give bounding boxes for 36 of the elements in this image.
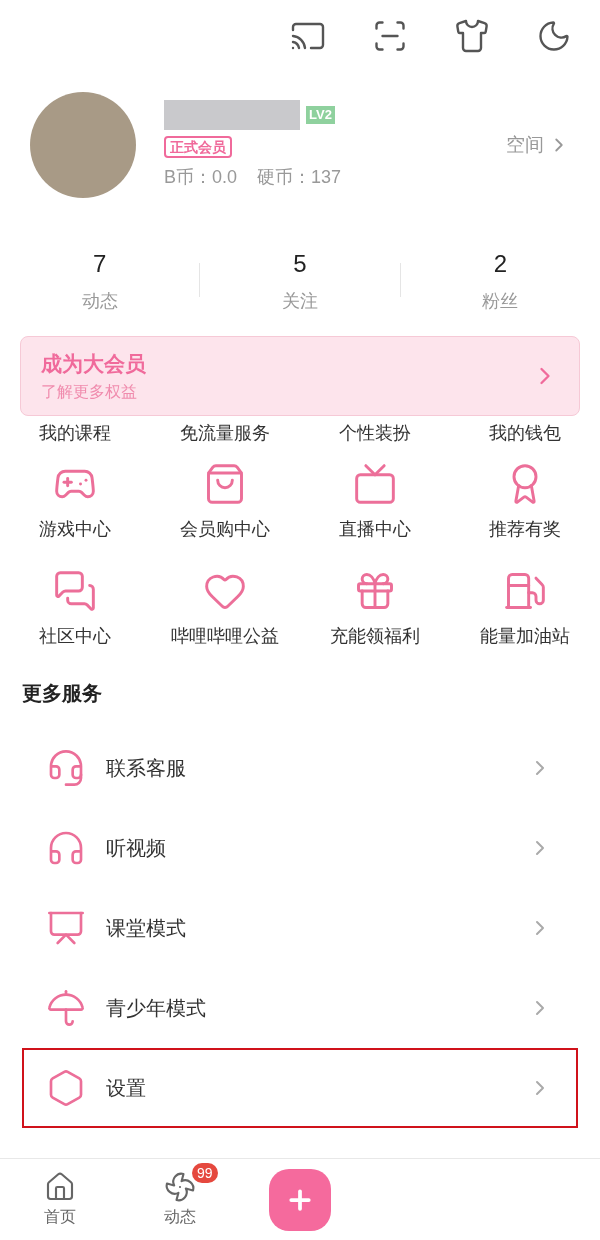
service-item[interactable]: 能量加油站 [450,569,600,650]
tv-icon [353,462,397,506]
service-item[interactable]: 我的钱包 [450,418,600,448]
service-item[interactable]: 免流量服务 [150,418,300,448]
stat-button[interactable]: 7 动态 [0,245,200,315]
home-icon [44,1170,76,1203]
service-item[interactable]: 推荐有奖 [450,462,600,543]
menu-item[interactable]: 课堂模式 [22,888,578,968]
service-item[interactable]: 个性装扮 [300,418,450,448]
umbrella-icon [46,988,86,1028]
stat-button[interactable]: 5 关注 [200,245,400,315]
coin-balance: 硬币：137 [257,165,342,189]
menu-item[interactable]: 设置 [22,1048,578,1128]
service-item[interactable]: 我的课程 [0,418,150,448]
membership-badge: 正式会员 [164,135,232,158]
publish-button[interactable] [269,1168,331,1231]
moon-icon [536,18,572,54]
shirt-icon [454,18,490,54]
pinwheel-icon [164,1170,196,1203]
level-badge: LV2 [306,105,335,124]
service-item[interactable]: 直播中心 [300,462,450,543]
section-title: 更多服务 [22,681,103,706]
chat-icon [53,569,97,613]
scan-icon [372,18,408,54]
service-item[interactable]: 充能领福利 [300,569,450,650]
nav-tab[interactable]: 首页 [0,1170,120,1229]
service-item[interactable]: 会员购中心 [150,462,300,543]
service-item[interactable]: 社区中心 [0,569,150,650]
stat-button[interactable]: 2 粉丝 [400,245,600,315]
menu-item[interactable]: 联系客服 [22,728,578,808]
service-item[interactable]: 游戏中心 [0,462,150,543]
notification-badge: 99 [192,1163,218,1183]
b-coin-balance: B币：0.0 [164,165,238,189]
menu-item[interactable]: 听视频 [22,808,578,888]
menu-item[interactable]: 青少年模式 [22,968,578,1048]
service-item[interactable]: 哔哩哔哩公益 [150,569,300,650]
